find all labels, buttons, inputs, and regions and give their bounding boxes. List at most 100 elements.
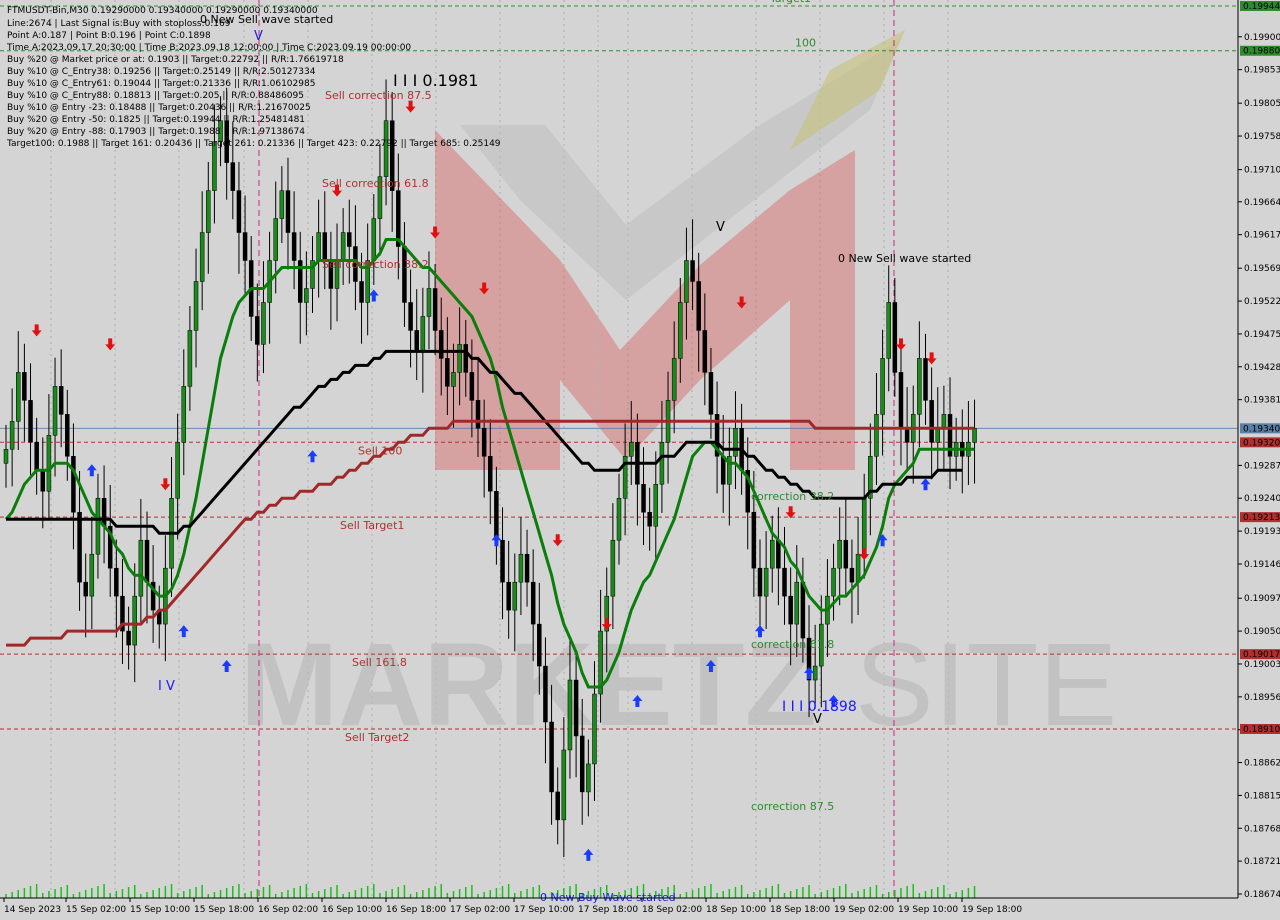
candle-body (101, 497, 107, 527)
x-tick-label: 19 Sep 02:00 (834, 905, 894, 915)
candle-body (488, 456, 493, 492)
y-tick-label: 0.18674 (1244, 890, 1280, 900)
candle-body (923, 358, 928, 401)
candle-body (420, 316, 426, 352)
candle-body (193, 281, 199, 331)
candle-body (408, 302, 413, 331)
candle-body (720, 456, 726, 485)
candle-body (880, 358, 885, 415)
info-line: Target100: 0.1988 || Target 161: 0.20436… (6, 139, 501, 149)
candle-body (28, 400, 33, 443)
candle-body (114, 567, 119, 597)
info-line: Buy %20 @ Entry -50: 0.1825 || Target:0.… (7, 115, 305, 125)
price-tag-label: 0.19340 (1243, 424, 1280, 434)
info-line: Time A:2023.09.17 20:30:00 | Time B:2023… (6, 43, 411, 53)
info-line: Buy %20 @ Entry -88: 0.17903 || Target:0… (7, 127, 305, 137)
annotation: Sell correction 61.8 (322, 177, 429, 190)
candle-body (696, 281, 701, 331)
candle-body (414, 330, 419, 352)
candle-body (892, 302, 898, 373)
y-tick-label: 0.19758 (1244, 132, 1280, 142)
candle-body (83, 581, 88, 597)
candle-body (95, 497, 101, 555)
level-label: Target1 (769, 0, 811, 5)
candle-body (463, 344, 468, 373)
price-tag-label: 0.19017 (1243, 650, 1280, 660)
x-tick-label: 15 Sep 02:00 (66, 905, 126, 915)
candle-body (481, 428, 487, 457)
candle-body (206, 190, 211, 233)
y-tick-label: 0.19097 (1244, 594, 1280, 604)
candle-body (874, 414, 879, 457)
watermark-text-bold: MARKETZ (240, 619, 817, 751)
candle-body (530, 581, 536, 625)
candle-body (347, 232, 352, 247)
x-tick-label: 19 Sep 18:00 (962, 905, 1022, 915)
annotation: V (813, 712, 822, 727)
candle-body (861, 497, 867, 555)
y-tick-label: 0.19193 (1244, 527, 1280, 537)
level-label: Sell Target2 (345, 731, 409, 744)
annotation: correction 38.2 (751, 490, 834, 503)
candle-body (40, 470, 46, 492)
info-line: Line:2674 | Last Signal is:Buy with stop… (7, 19, 231, 29)
info-line: Buy %20 @ Market price or at: 0.1903 || … (7, 55, 344, 65)
y-tick-label: 0.19664 (1244, 198, 1280, 208)
candle-body (929, 400, 934, 443)
candle-body (445, 358, 450, 387)
candle-body (524, 553, 530, 583)
candle-body (831, 567, 836, 597)
level-label: 100 (795, 37, 816, 50)
y-tick-label: 0.19146 (1244, 560, 1280, 570)
y-tick-label: 0.18956 (1244, 693, 1280, 703)
price-chart[interactable]: MARKETZ SITE Target1100Sell 100Sell Targ… (0, 0, 1280, 920)
candle-body (751, 511, 757, 569)
y-tick-label: 0.19428 (1244, 363, 1280, 373)
candle-body (402, 246, 407, 303)
x-tick-label: 18 Sep 02:00 (642, 905, 702, 915)
candle-body (3, 449, 9, 464)
candle-body (671, 358, 677, 401)
candle-body (684, 260, 689, 303)
time-axis[interactable]: 14 Sep 2023 15 Sep 02:00 15 Sep 10:00 15 Se… (3, 898, 1022, 915)
annotation: I I I 0.1981 (393, 71, 478, 90)
candle-body (567, 679, 573, 751)
y-tick-label: 0.19569 (1244, 264, 1280, 274)
annotation: correction 87.5 (751, 800, 834, 813)
candle-body (322, 232, 328, 261)
annotation: Sell correction 87.5 (325, 89, 432, 102)
candle-body (34, 442, 39, 471)
candle-body (242, 232, 248, 261)
candle-body (518, 553, 524, 583)
candle-body (770, 539, 775, 569)
candle-body (279, 190, 285, 219)
annotation: correction 61.8 (751, 638, 834, 651)
candle-body (647, 511, 652, 527)
candle-body (65, 414, 70, 457)
candle-body (304, 288, 309, 303)
candle-body (230, 162, 236, 191)
candle-body (71, 456, 76, 513)
candle-body (702, 330, 708, 373)
candle-body (782, 567, 787, 597)
y-tick-label: 0.19003 (1244, 660, 1280, 670)
candle-body (610, 539, 616, 597)
y-tick-label: 0.18815 (1244, 791, 1280, 801)
y-tick-label: 0.19050 (1244, 627, 1280, 637)
candle-body (935, 428, 941, 443)
candle-body (187, 330, 193, 387)
x-tick-label: 15 Sep 10:00 (130, 905, 190, 915)
candle-body (175, 442, 180, 499)
x-tick-label: 18 Sep 18:00 (770, 905, 830, 915)
candle-body (543, 665, 548, 723)
annotation: Sell correction 38.2 (322, 258, 429, 271)
symbol-line: FTMUSDT-Bin,M30 0.19290000 0.19340000 0.… (7, 6, 318, 16)
candle-body (438, 330, 444, 359)
candle-body (886, 302, 891, 359)
candle-body (904, 428, 910, 443)
candle-body (690, 260, 695, 282)
candle-body (89, 553, 95, 597)
candle-body (22, 372, 27, 401)
info-line: Point A:0.187 | Point B:0.196 | Point C:… (7, 31, 211, 41)
annotation: 0 New Sell wave started (838, 252, 971, 265)
